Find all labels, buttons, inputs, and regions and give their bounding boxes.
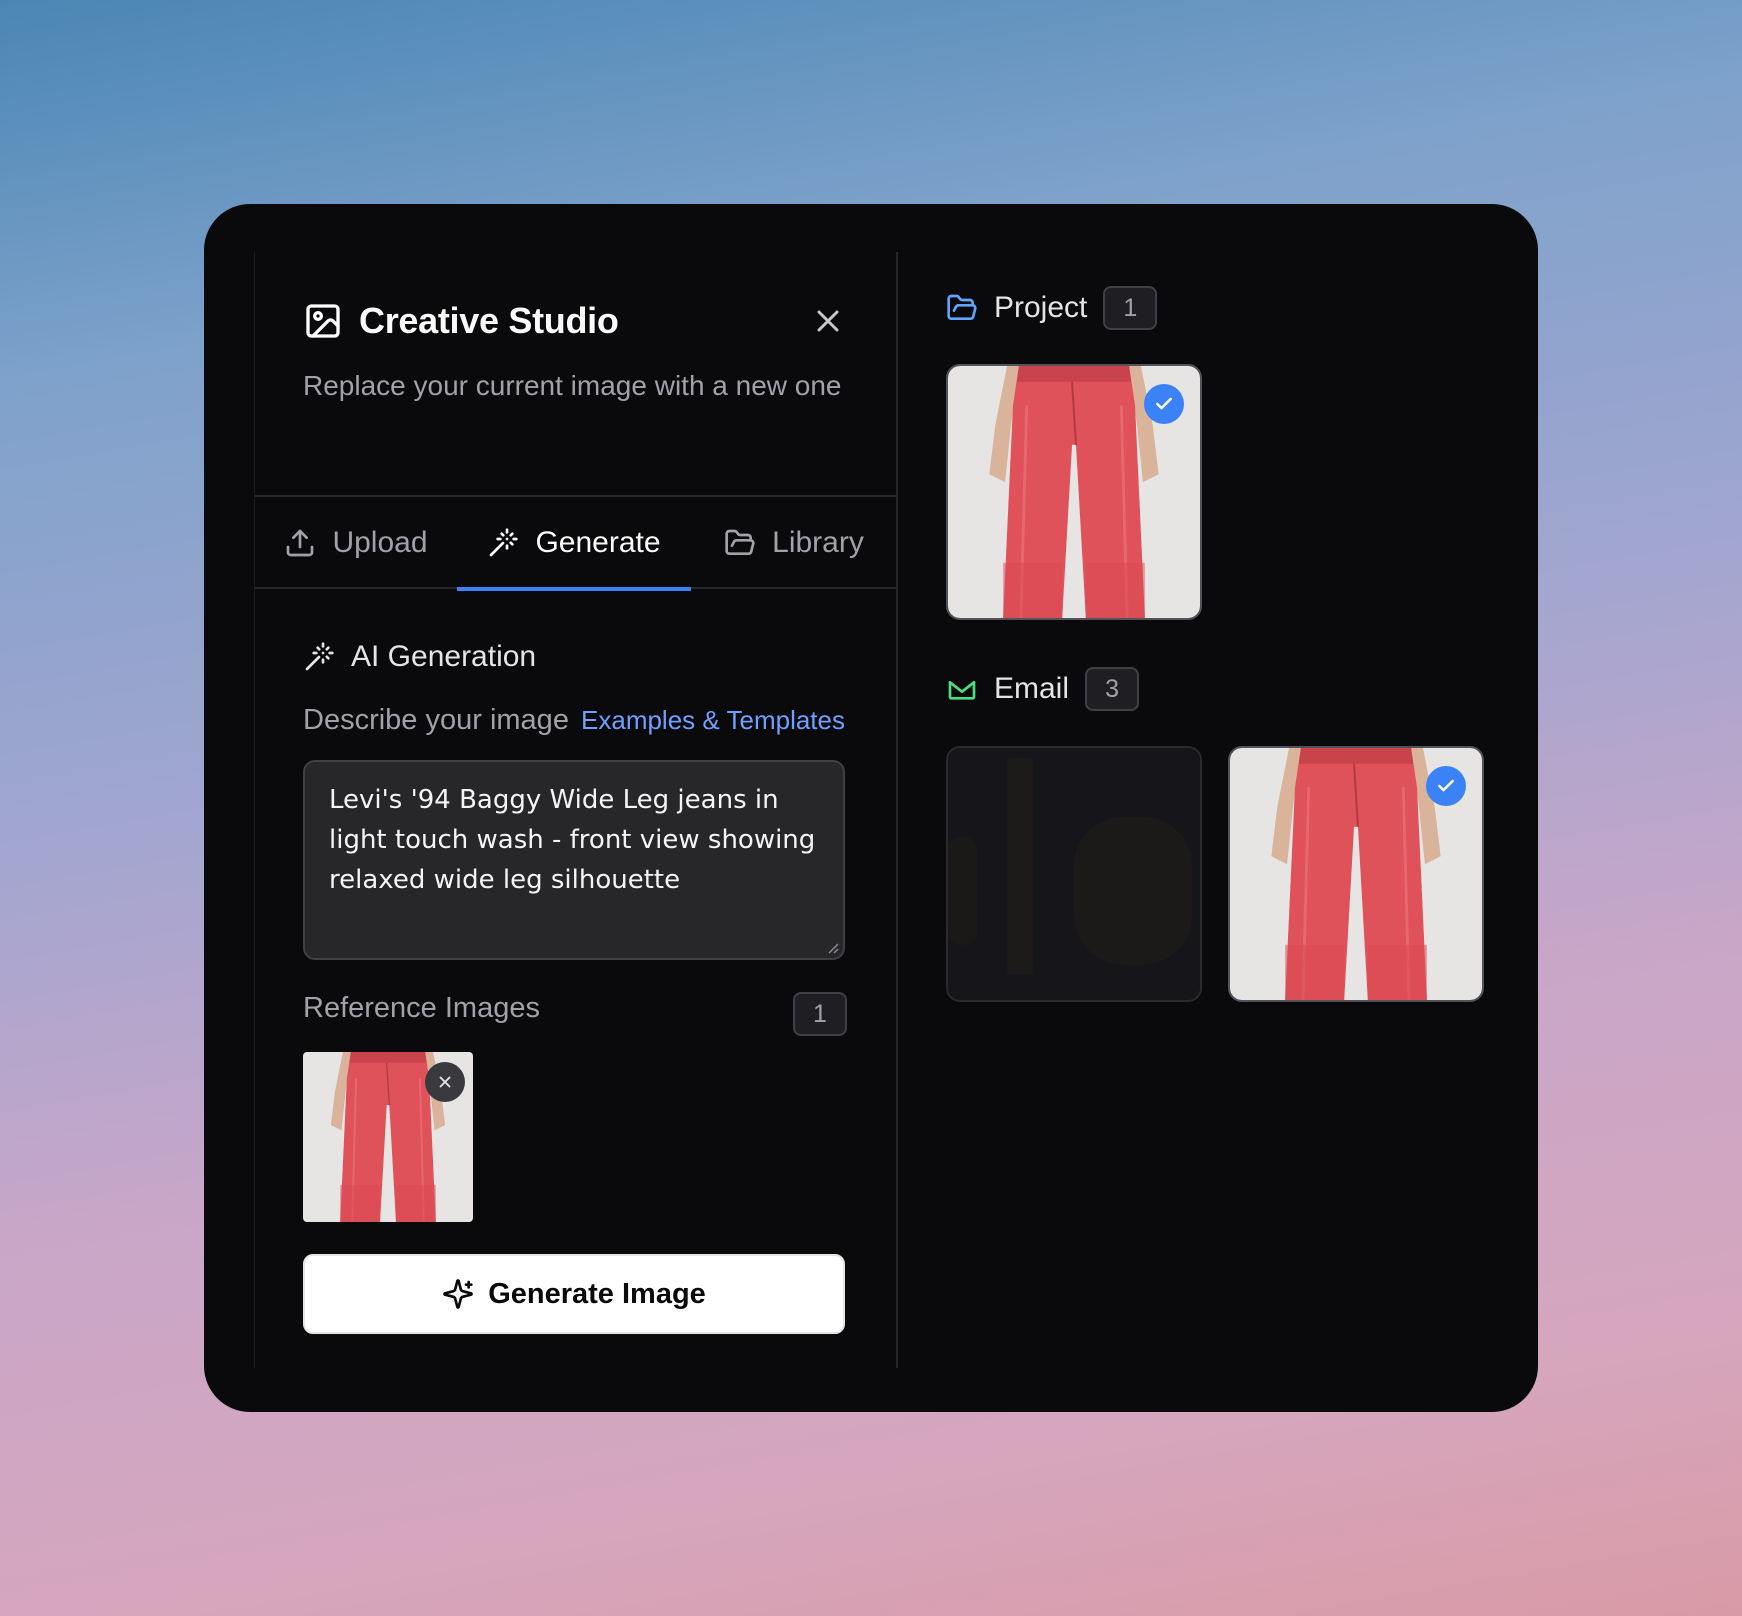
check-icon [1156, 397, 1172, 410]
remove-reference-button[interactable] [425, 1062, 465, 1102]
tab-generate-label: Generate [535, 526, 661, 559]
upload-icon [287, 529, 314, 557]
group-email-count: 3 [1085, 667, 1140, 711]
tab-generate[interactable]: Generate [457, 497, 691, 591]
group-email-header: Email 3 [946, 667, 1140, 711]
left-panel: Creative Studio Replace your current ima… [254, 252, 898, 1368]
mail-icon [948, 681, 976, 700]
tab-library-label: Library [772, 526, 864, 559]
image-icon [306, 304, 340, 338]
group-email-label: Email [994, 672, 1070, 705]
tab-upload[interactable]: Upload [255, 497, 457, 589]
ai-generation-label: AI Generation [351, 640, 537, 673]
tab-upload-label: Upload [332, 526, 428, 559]
ai-generation-heading: AI Generation [303, 640, 536, 674]
tab-library[interactable]: Library [691, 497, 897, 589]
generate-image-button[interactable]: Generate Image [303, 1254, 845, 1334]
email-image-card[interactable] [1228, 746, 1484, 1002]
reference-images-label: Reference Images [303, 992, 540, 1024]
magic-wand-icon [490, 528, 519, 557]
tab-bar: Upload Generate Library [255, 495, 897, 591]
magic-wand-icon [305, 642, 334, 671]
email-image-card[interactable] [946, 746, 1202, 1002]
generate-image-label: Generate Image [488, 1277, 706, 1310]
close-icon [439, 1076, 451, 1088]
project-image-card[interactable] [946, 364, 1202, 620]
selected-check-badge [1144, 384, 1184, 424]
faint-logo-image [948, 748, 1200, 1000]
describe-row: Describe your image Examples & Templates [303, 704, 845, 737]
selected-check-badge [1426, 766, 1466, 806]
reference-count-badge: 1 [793, 992, 847, 1036]
group-project-count: 1 [1103, 286, 1158, 330]
examples-templates-link[interactable]: Examples & Templates [581, 705, 845, 735]
sparkles-icon [443, 1279, 473, 1309]
describe-label: Describe your image [303, 704, 569, 736]
check-icon [1438, 779, 1454, 792]
folder-icon [947, 294, 977, 320]
reference-image-thumbnail[interactable] [303, 1052, 473, 1222]
group-project-header: Project 1 [946, 286, 1158, 330]
creative-studio-dialog: Creative Studio Replace your current ima… [204, 204, 1538, 1412]
dialog-subtitle: Replace your current image with a new on… [303, 370, 842, 401]
folder-icon [725, 529, 755, 555]
resize-handle-icon[interactable] [825, 940, 839, 954]
group-project-label: Project [994, 291, 1088, 324]
prompt-textarea[interactable]: Levi's '94 Baggy Wide Leg jeans in light… [303, 760, 845, 960]
dialog-title: Creative Studio [359, 300, 619, 341]
prompt-text: Levi's '94 Baggy Wide Leg jeans in light… [329, 785, 816, 895]
dialog-header: Creative Studio Replace your current ima… [303, 296, 856, 406]
library-panel: Project 1 Email 3 [898, 252, 1538, 1412]
close-icon[interactable] [810, 303, 846, 339]
